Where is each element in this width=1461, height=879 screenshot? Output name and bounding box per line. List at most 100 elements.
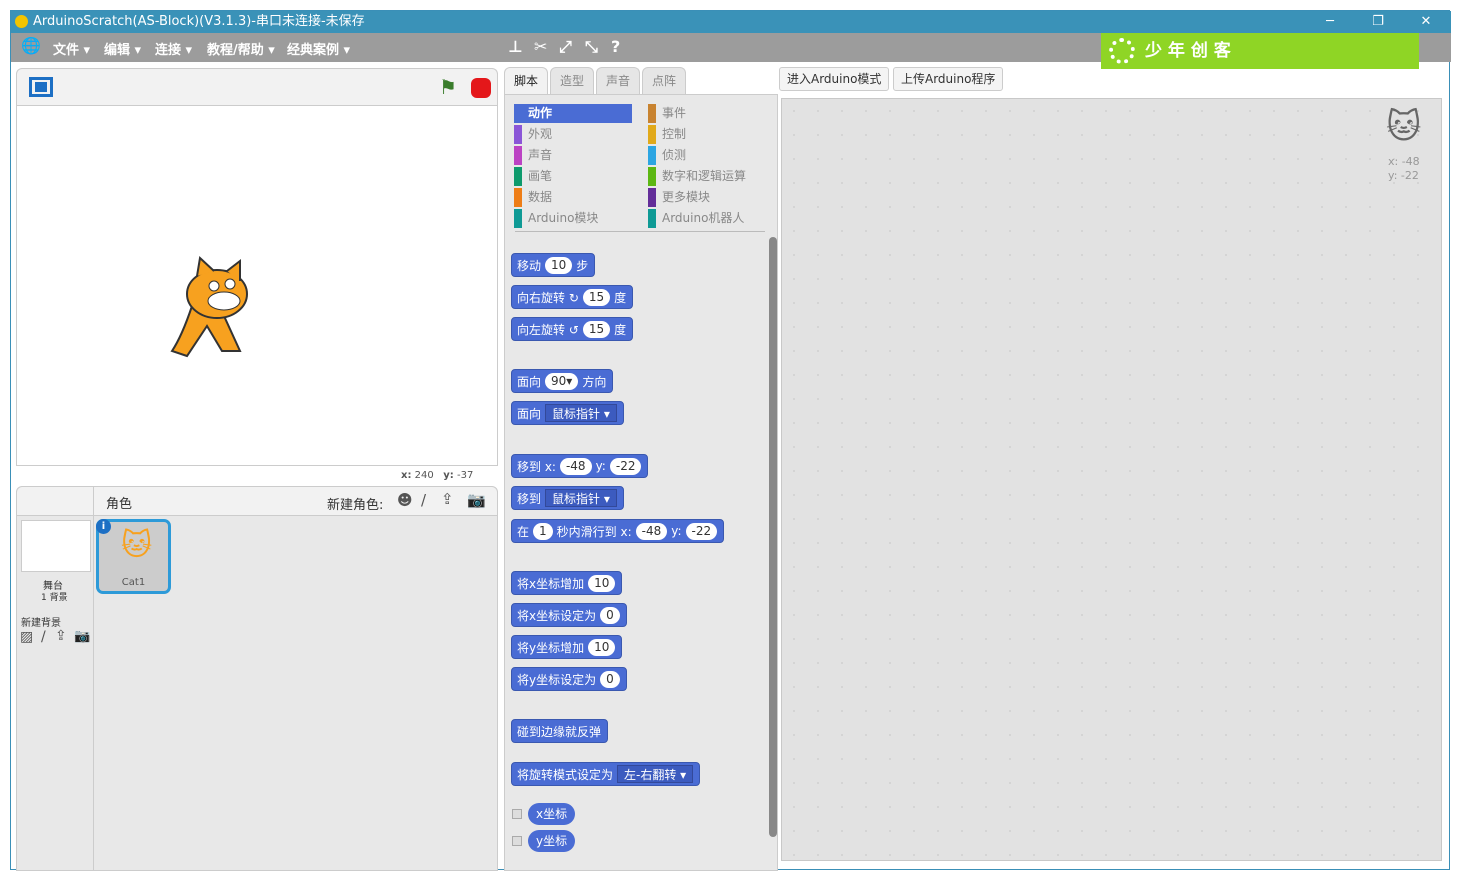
block-input[interactable]: 90▾ [545,372,579,390]
language-globe-icon[interactable]: 🌐 [21,36,41,55]
block-input[interactable]: -22 [609,457,642,475]
category-11[interactable]: Arduino机器人 [648,209,768,228]
block-input[interactable]: 15 [582,288,611,306]
x-position-checkbox[interactable] [512,809,522,819]
block-input[interactable]: 10 [588,574,616,592]
category-5[interactable]: 侦测 [648,146,768,165]
brand-banner[interactable]: 少 年 创 客 www.YoungMaker.com [1101,33,1419,97]
block-input[interactable]: 10 [588,638,616,656]
motion-block[interactable]: 将y坐标增加 10 [511,635,623,659]
block-text: 向右旋转 ↻ [517,290,579,305]
help-icon[interactable]: ? [611,37,620,56]
motion-block[interactable]: 将x坐标设定为 0 [511,603,627,627]
category-label: 事件 [662,106,687,120]
motion-block[interactable]: 移到 鼠标指针 ▾ [511,486,624,510]
category-7[interactable]: 数字和逻辑运算 [648,167,768,186]
category-color-swatch [648,167,656,186]
y-label: y: [443,470,454,481]
green-flag-icon[interactable]: ⚑ [439,75,457,99]
menu-file[interactable]: 文件 ▾ [53,39,90,58]
app-icon [15,15,28,28]
motion-block[interactable]: 碰到边缘就反弹 [511,719,609,743]
current-sprite-icon: 🐱 [1386,107,1422,147]
menu-examples[interactable]: 经典案例 ▾ [287,39,350,58]
block-input[interactable]: 1 [533,522,553,540]
block-text: 方向 [582,374,607,389]
scissors-icon[interactable]: ✂ [534,37,547,56]
menu-help[interactable]: 教程/帮助 ▾ [207,39,275,58]
sprite-library-icon[interactable]: ☻ [397,491,413,509]
tab-costumes[interactable]: 造型 [550,67,594,94]
category-1[interactable]: 事件 [648,104,768,123]
tab-sounds[interactable]: 声音 [596,67,640,94]
category-4[interactable]: 声音 [514,146,632,165]
category-6[interactable]: 画笔 [514,167,632,186]
tab-matrix[interactable]: 点阵 [642,67,686,94]
motion-block[interactable]: 将x坐标增加 10 [511,571,623,595]
menu-connect[interactable]: 连接 ▾ [155,39,192,58]
shrink-icon[interactable]: ⤡ [585,37,598,57]
category-label: 外观 [528,127,553,141]
backdrop-camera-icon[interactable]: 📷 [74,629,90,644]
upload-icon[interactable]: ⇪ [441,490,454,508]
category-2[interactable]: 外观 [514,125,632,144]
reporter-y-position[interactable]: y坐标 [528,830,576,852]
motion-block[interactable]: 移动 10 步 [511,253,596,277]
block-text: 移到 x: [517,459,556,474]
block-text: y: [595,459,606,473]
block-text: 移动 [517,258,542,273]
cat-sprite[interactable] [162,256,262,361]
fullscreen-icon[interactable] [29,77,53,97]
arduino-mode-button[interactable]: 进入Arduino模式 [779,67,890,91]
category-0[interactable]: 动作 [514,104,632,123]
category-3[interactable]: 控制 [648,125,768,144]
block-input[interactable]: 0 [600,606,620,624]
palette-scrollbar[interactable] [769,237,777,837]
block-input[interactable]: -48 [559,457,592,475]
category-label: 数字和逻辑运算 [662,169,747,183]
category-10[interactable]: Arduino模块 [514,209,632,228]
motion-block[interactable]: 移到 x: -48 y: -22 [511,454,649,478]
minimize-button[interactable]: ─ [1307,11,1353,33]
info-icon[interactable]: i [96,519,111,534]
motion-block[interactable]: 面向 90▾ 方向 [511,369,614,393]
reporter-x-position[interactable]: x坐标 [528,803,576,825]
category-label: 侦测 [662,148,687,162]
block-dropdown[interactable]: 鼠标指针 ▾ [545,404,617,422]
category-8[interactable]: 数据 [514,188,632,207]
backdrop-upload-icon[interactable]: ⇪ [55,628,67,644]
y-position-checkbox[interactable] [512,836,522,846]
camera-icon[interactable]: 📷 [467,491,486,509]
backdrop-library-icon[interactable]: ▨ [20,629,33,645]
motion-block[interactable]: 向右旋转 ↻ 15 度 [511,285,634,309]
block-input[interactable]: 10 [545,256,573,274]
grow-icon[interactable]: ⤢ [559,37,572,57]
category-color-swatch [514,146,522,165]
block-text: 将x坐标增加 [517,576,585,591]
upload-arduino-button[interactable]: 上传Arduino程序 [893,67,1004,91]
block-dropdown[interactable]: 左-右翻转 ▾ [617,765,694,783]
motion-block[interactable]: 在 1 秒内滑行到 x: -48 y: -22 [511,519,725,543]
script-area[interactable]: 🐱 x: -48 y: -22 [781,98,1442,861]
block-input[interactable]: 0 [600,670,620,688]
close-button[interactable]: ✕ [1403,11,1449,33]
sprite-thumbnail-cat1[interactable]: i 🐱 Cat1 [96,519,171,594]
stage-canvas[interactable] [16,105,498,466]
block-input[interactable]: -48 [635,522,668,540]
block-input[interactable]: 15 [582,320,611,338]
tab-scripts[interactable]: 脚本 [504,67,548,95]
backdrop-paint-icon[interactable]: / [41,629,46,645]
stamp-icon[interactable]: ⊥ [508,37,523,56]
stage-thumbnail[interactable] [21,520,91,572]
motion-block[interactable]: 面向 鼠标指针 ▾ [511,401,624,425]
paint-icon[interactable]: / [421,491,426,509]
category-9[interactable]: 更多模块 [648,188,768,207]
motion-block[interactable]: 将y坐标设定为 0 [511,667,627,691]
menu-edit[interactable]: 编辑 ▾ [104,39,141,58]
block-input[interactable]: -22 [685,522,718,540]
motion-block[interactable]: 向左旋转 ↺ 15 度 [511,317,634,341]
stop-icon[interactable] [471,78,491,98]
restore-button[interactable]: ❐ [1355,11,1401,33]
motion-block[interactable]: 将旋转模式设定为 左-右翻转 ▾ [511,762,701,786]
block-dropdown[interactable]: 鼠标指针 ▾ [545,489,617,507]
